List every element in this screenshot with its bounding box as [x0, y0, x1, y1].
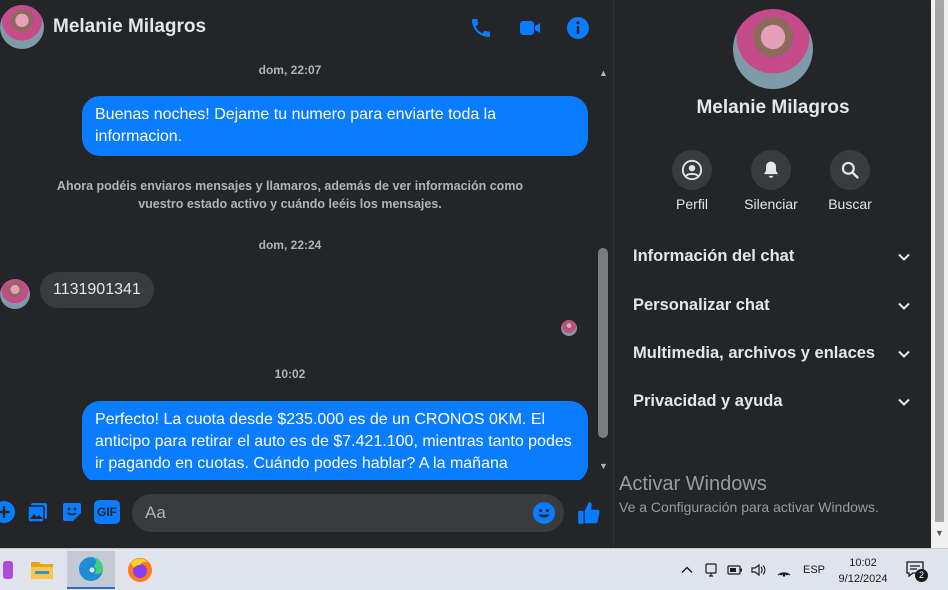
- profile-icon: [681, 159, 703, 181]
- system-clock[interactable]: 10:02 9/12/2024: [832, 555, 894, 587]
- messenger-window: Melanie Milagros dom, 22:07 Buenas noche…: [0, 0, 948, 548]
- section-title: Personalizar chat: [633, 296, 770, 314]
- bell-icon: [764, 161, 778, 178]
- info-icon[interactable]: [566, 16, 590, 40]
- taskbar-firefox[interactable]: [116, 551, 164, 589]
- taskbar-edge[interactable]: [67, 551, 115, 589]
- message-timestamp: dom, 22:24: [258, 238, 322, 252]
- activation-watermark-title: Activar Windows: [619, 473, 767, 495]
- incoming-message[interactable]: 1131901341: [40, 272, 154, 308]
- window-scrollbar[interactable]: ▼: [931, 0, 948, 548]
- section-privacy-help[interactable]: Privacidad y ayuda: [614, 382, 932, 422]
- outgoing-message[interactable]: Buenas noches! Dejame tu numero para env…: [82, 96, 588, 156]
- chat-header: Melanie Milagros: [0, 0, 612, 56]
- video-call-icon[interactable]: [518, 16, 542, 40]
- info-contact-name: Melanie Milagros: [696, 97, 850, 118]
- taskbar-file-explorer[interactable]: [18, 551, 66, 589]
- chevron-up-icon[interactable]: [679, 562, 695, 578]
- clock-time: 10:02: [849, 557, 877, 569]
- app-icon: [3, 561, 13, 579]
- sticker-icon[interactable]: [60, 500, 84, 524]
- emoji-icon[interactable]: [532, 501, 556, 525]
- profile-button[interactable]: Perfil: [652, 150, 732, 212]
- read-receipt-avatar: [561, 320, 577, 336]
- display-icon[interactable]: [703, 562, 719, 578]
- plus-icon[interactable]: [0, 500, 16, 524]
- chevron-down-icon: [898, 398, 910, 406]
- chat-info-panel: Melanie Milagros Perfil Silenciar Buscar…: [613, 0, 931, 548]
- message-timestamp: dom, 22:07: [258, 63, 322, 77]
- message-input[interactable]: [145, 494, 525, 532]
- phone-icon[interactable]: [469, 16, 493, 40]
- volume-icon[interactable]: [750, 562, 766, 578]
- battery-icon[interactable]: [727, 562, 743, 578]
- scroll-down-icon[interactable]: ▼: [935, 528, 944, 538]
- contact-notice: Ahora podéis enviaros mensajes y llamaro…: [56, 179, 524, 211]
- contact-name[interactable]: Melanie Milagros: [53, 16, 206, 38]
- chevron-down-icon: [898, 302, 910, 310]
- edge-browser-icon: [79, 557, 103, 581]
- search-button[interactable]: Buscar: [810, 150, 890, 212]
- photo-icon[interactable]: [26, 500, 50, 524]
- message-list[interactable]: dom, 22:07 Buenas noches! Dejame tu nume…: [0, 56, 596, 480]
- mute-label: Silenciar: [744, 196, 798, 212]
- window-scroll-thumb[interactable]: [935, 0, 944, 522]
- info-avatar[interactable]: [733, 9, 813, 89]
- section-customize-chat[interactable]: Personalizar chat: [614, 286, 932, 326]
- chat-pane: Melanie Milagros dom, 22:07 Buenas noche…: [0, 0, 612, 548]
- thumbs-up-icon[interactable]: [576, 500, 602, 526]
- composer-bar: GIF: [0, 480, 612, 548]
- section-media-files-links[interactable]: Multimedia, archivos y enlaces: [614, 334, 932, 374]
- clock-date: 9/12/2024: [838, 573, 888, 585]
- language-indicator[interactable]: ESP: [803, 564, 825, 576]
- notification-center-button[interactable]: 2: [906, 561, 928, 582]
- outgoing-message[interactable]: Perfecto! La cuota desde $235.000 es de …: [82, 401, 588, 480]
- windows-taskbar: ESP 10:02 9/12/2024 2: [0, 548, 948, 590]
- firefox-icon: [128, 558, 152, 582]
- section-title: Privacidad y ayuda: [633, 392, 783, 410]
- chevron-down-icon: [898, 253, 910, 261]
- taskbar-app-partial[interactable]: [0, 551, 18, 589]
- scroll-down-icon[interactable]: ▼: [599, 461, 608, 471]
- scroll-thumb[interactable]: [598, 248, 608, 438]
- profile-label: Perfil: [676, 196, 708, 212]
- contact-avatar[interactable]: [0, 5, 44, 49]
- activation-watermark-subtitle: Ve a Configuración para activar Windows.: [619, 499, 879, 515]
- notification-badge: 2: [915, 569, 928, 582]
- message-timestamp: 10:02: [274, 367, 306, 381]
- gif-button[interactable]: GIF: [94, 500, 120, 524]
- scroll-up-icon[interactable]: ▲: [599, 68, 608, 78]
- chat-scrollbar[interactable]: ▲ ▼: [597, 66, 609, 474]
- folder-icon: [31, 562, 53, 579]
- sender-avatar[interactable]: [0, 279, 30, 309]
- section-title: Información del chat: [633, 247, 795, 265]
- search-label: Buscar: [828, 196, 872, 212]
- section-chat-info[interactable]: Información del chat: [614, 237, 932, 277]
- mute-button[interactable]: Silenciar: [731, 150, 811, 212]
- search-icon: [841, 161, 859, 179]
- wifi-icon[interactable]: [776, 562, 792, 578]
- chevron-down-icon: [898, 350, 910, 358]
- message-input-container[interactable]: [132, 494, 564, 532]
- section-title: Multimedia, archivos y enlaces: [633, 344, 876, 362]
